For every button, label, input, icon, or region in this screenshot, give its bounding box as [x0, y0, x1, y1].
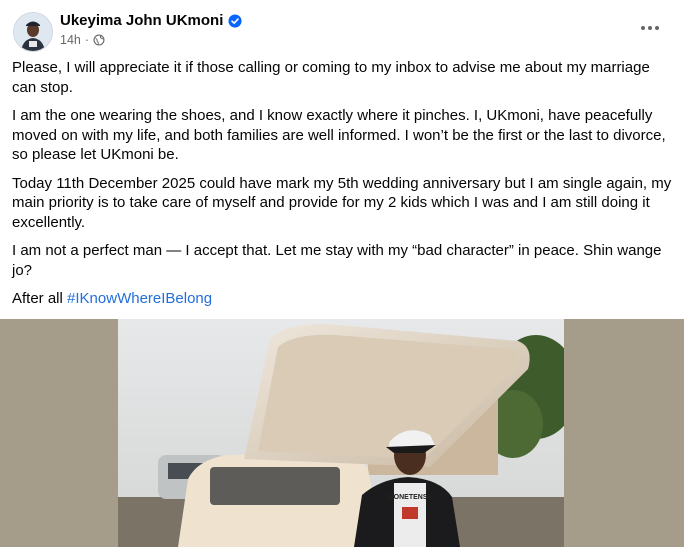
author-avatar[interactable] [13, 12, 53, 52]
author-name-row: Ukeyima John UKmoni [60, 12, 242, 29]
post-paragraph-3: Today 11th December 2025 could have mark… [12, 174, 672, 231]
post-header: Ukeyima John UKmoni 14h · [0, 0, 684, 56]
post-paragraph-4: I am not a perfect man — I accept that. … [12, 242, 662, 279]
closing-text: After all [12, 290, 68, 307]
post-time[interactable]: 14h [60, 33, 81, 47]
post-message: Please, I will appreciate it if those ca… [12, 58, 674, 318]
more-options-icon[interactable] [636, 18, 664, 38]
post-photo[interactable]: MONETENSE [118, 319, 564, 547]
post-closing-line: After all #IKnowWhereIBelong [12, 289, 674, 309]
facebook-post: Ukeyima John UKmoni 14h · Please, I will… [0, 0, 684, 547]
meta-separator: · [84, 33, 90, 47]
author-name[interactable]: Ukeyima John UKmoni [60, 12, 223, 29]
post-paragraph-1: Please, I will appreciate it if those ca… [12, 59, 650, 96]
verified-badge-icon [228, 13, 242, 28]
post-meta: 14h · [60, 33, 105, 47]
post-media: MONETENSE [0, 319, 684, 547]
hashtag-link[interactable]: #IKnowWhereIBelong [67, 290, 212, 307]
post-paragraph-2: I am the one wearing the shoes, and I kn… [12, 107, 666, 163]
globe-icon[interactable] [93, 34, 105, 46]
shirt-print: MONETENSE [388, 494, 433, 501]
